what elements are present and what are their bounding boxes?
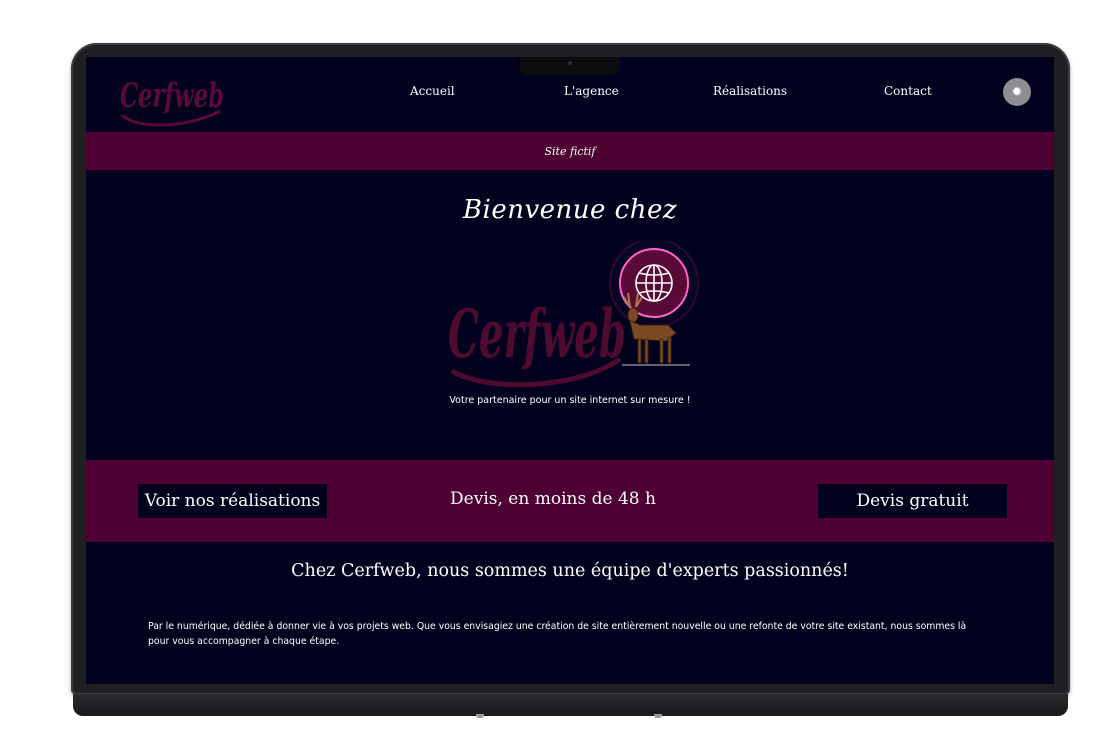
camera-notch — [520, 57, 620, 75]
cta-band: Voir nos réalisations Devis, en moins de… — [86, 460, 1054, 542]
laptop-foot-right — [654, 714, 662, 718]
theme-toggle-button[interactable]: ✹ — [1003, 78, 1031, 106]
cerfweb-logo-small[interactable]: Cerfweb — [116, 65, 228, 129]
cerfweb-hero-logo: Cerfweb — [448, 241, 699, 388]
nav-contact[interactable]: Contact — [884, 84, 932, 98]
camera-icon — [568, 61, 572, 65]
nav-realisations[interactable]: Réalisations — [713, 84, 787, 98]
laptop-foot-left — [476, 714, 484, 718]
website-screen: Cerfweb Accueil L'agence Réalisations Co… — [86, 57, 1054, 684]
cerfweb-logo-small-text: Cerfweb — [120, 76, 224, 116]
cerfweb-hero-logo-text: Cerfweb — [448, 295, 626, 373]
banner-text: Site fictif — [544, 144, 596, 158]
intro-body: Par le numérique, dédiée à donner vie à … — [148, 621, 967, 647]
nav-agence[interactable]: L'agence — [564, 84, 619, 98]
globe-icon — [635, 264, 673, 302]
hero-tagline: Votre partenaire pour un site internet s… — [449, 395, 691, 406]
welcome-heading: Bienvenue chez — [462, 195, 678, 225]
quote-delay-text: Devis, en moins de 48 h — [450, 489, 656, 509]
free-quote-button[interactable]: Devis gratuit — [818, 484, 1007, 518]
nav-accueil[interactable]: Accueil — [410, 84, 455, 98]
view-realisations-button[interactable]: Voir nos réalisations — [138, 484, 327, 518]
gear-icon: ✹ — [1011, 84, 1023, 100]
fictitious-site-banner: Site fictif — [86, 132, 1054, 170]
laptop-base — [73, 694, 1068, 716]
intro-title: Chez Cerfweb, nous sommes une équipe d'e… — [291, 561, 849, 581]
